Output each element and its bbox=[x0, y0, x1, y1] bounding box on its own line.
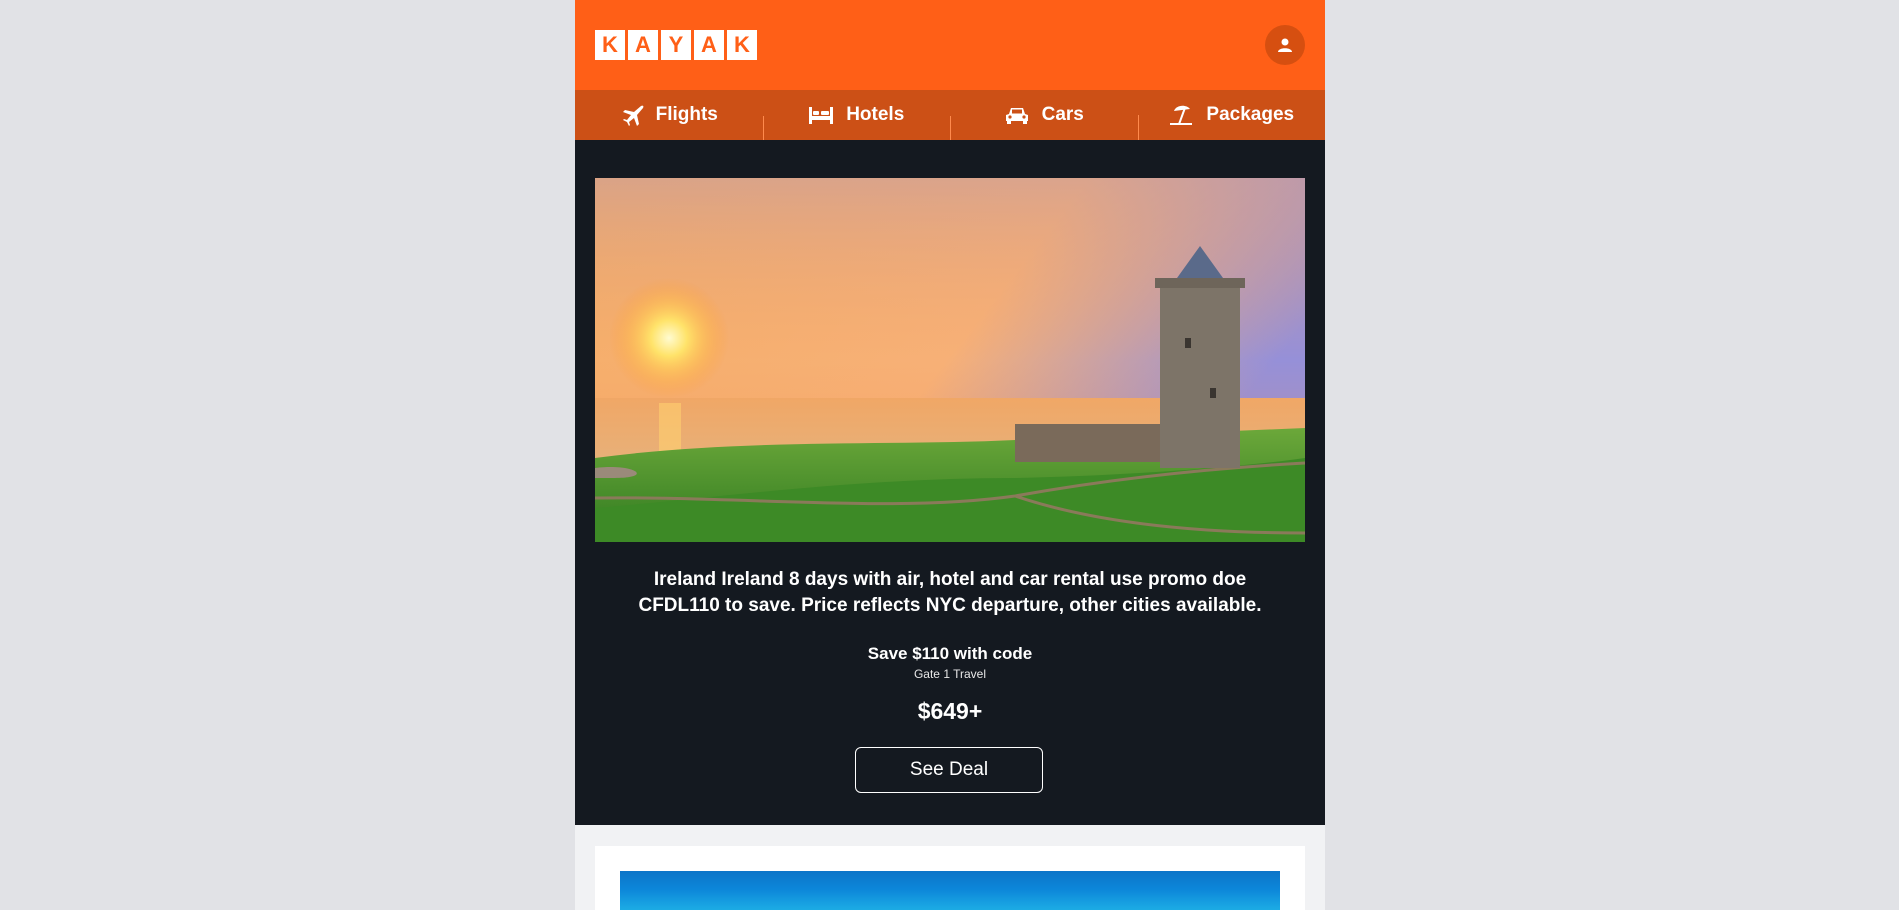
deal-save-text: Save $110 with code bbox=[867, 644, 1033, 663]
email-container: K A Y A K Flights Hotels Cars Packages I… bbox=[575, 0, 1325, 910]
kayak-logo[interactable]: K A Y A K bbox=[595, 30, 757, 60]
deal-image[interactable] bbox=[595, 178, 1305, 542]
logo-letter: A bbox=[628, 30, 658, 60]
nav-label: Packages bbox=[1206, 104, 1295, 125]
next-deal-card bbox=[595, 846, 1305, 910]
plane-icon bbox=[622, 105, 644, 126]
see-deal-button[interactable]: See Deal bbox=[855, 747, 1043, 793]
beach-umbrella-icon bbox=[1170, 105, 1193, 125]
nav-item-flights[interactable]: Flights bbox=[575, 103, 763, 127]
deal-price: $649+ bbox=[917, 698, 983, 724]
nav-label: Cars bbox=[1041, 104, 1084, 125]
car-icon bbox=[1005, 108, 1028, 124]
deal-vendor: Gate 1 Travel bbox=[913, 667, 987, 681]
nav-item-hotels[interactable]: Hotels bbox=[762, 104, 951, 142]
account-button[interactable] bbox=[1265, 25, 1305, 65]
user-icon bbox=[1278, 38, 1292, 52]
nav-label: Hotels bbox=[846, 104, 905, 125]
deal-headline[interactable]: Ireland Ireland 8 days with air, hotel a… bbox=[615, 567, 1285, 619]
next-deal-image[interactable] bbox=[620, 871, 1280, 910]
nav-item-packages[interactable]: Packages bbox=[1137, 103, 1326, 141]
logo-letter: Y bbox=[661, 30, 691, 60]
nav-label: Flights bbox=[655, 104, 718, 125]
bed-icon bbox=[809, 107, 834, 124]
header: K A Y A K bbox=[575, 0, 1325, 90]
logo-letter: A bbox=[694, 30, 724, 60]
ireland-castle-image bbox=[595, 178, 1305, 542]
logo-letter: K bbox=[595, 30, 625, 60]
nav-bar: Flights Hotels Cars Packages bbox=[575, 90, 1326, 142]
logo-letter: K bbox=[727, 30, 757, 60]
nav-item-cars[interactable]: Cars bbox=[950, 104, 1138, 142]
